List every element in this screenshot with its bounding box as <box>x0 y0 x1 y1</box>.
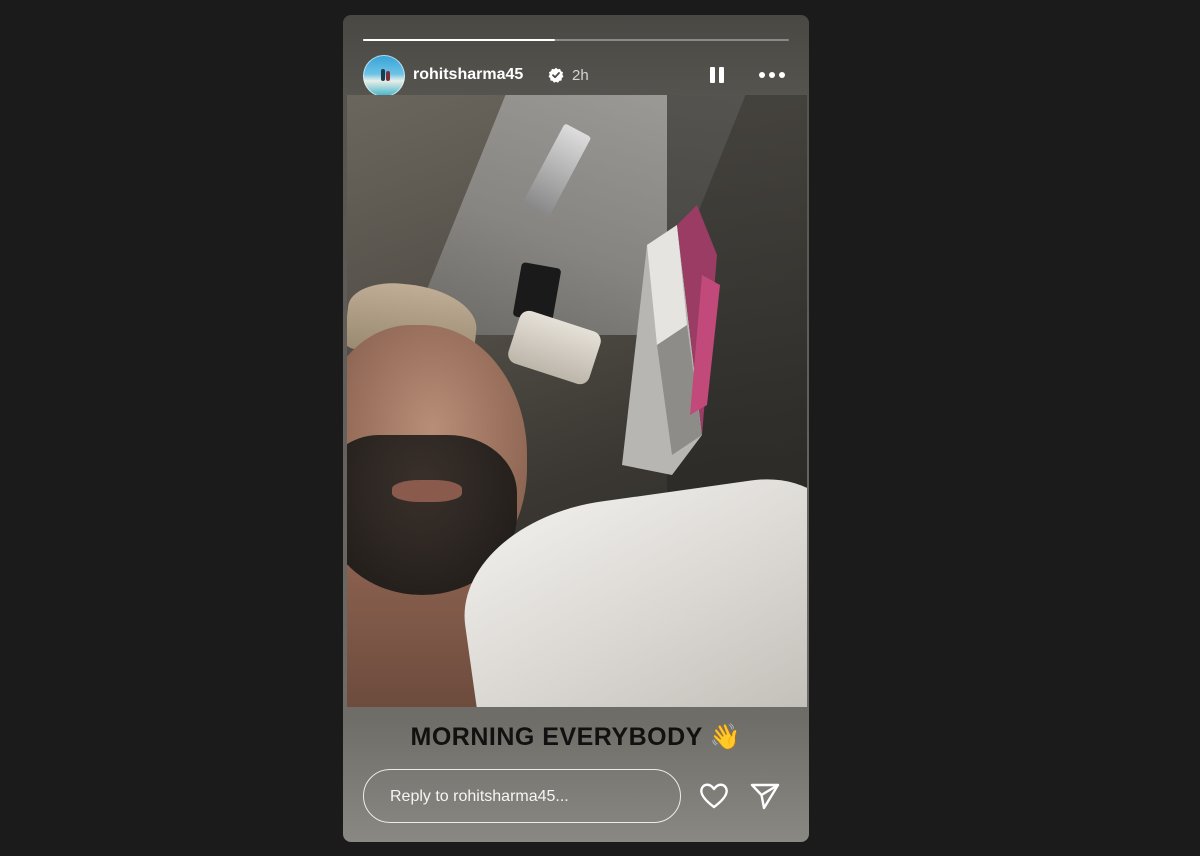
pause-icon <box>719 67 724 83</box>
story-photo <box>347 95 807 707</box>
reply-input[interactable] <box>388 770 664 824</box>
avatar-figure <box>381 69 385 81</box>
avatar[interactable] <box>363 55 405 97</box>
story-caption: MORNING EVERYBODY 👋 <box>410 723 742 751</box>
username[interactable]: rohitsharma45 <box>413 66 523 84</box>
more-icon <box>759 72 765 78</box>
story-progress-fill <box>363 39 555 41</box>
more-icon <box>779 72 785 78</box>
photo-mouth <box>392 480 462 502</box>
heart-icon[interactable] <box>698 781 730 811</box>
reply-field[interactable] <box>363 769 681 824</box>
story-timestamp: 2h <box>572 67 589 84</box>
send-icon[interactable] <box>749 781 781 811</box>
more-icon <box>769 72 775 78</box>
photo-trophy <box>622 205 720 475</box>
story-progress-bar <box>363 39 789 41</box>
story-header: rohitsharma45 2h <box>363 55 789 97</box>
story-viewer: rohitsharma45 2h MORNING EVERYBODY 👋 Rep… <box>343 15 809 842</box>
pause-button[interactable] <box>707 65 727 85</box>
avatar-figure <box>386 71 390 81</box>
more-options-button[interactable] <box>759 65 789 85</box>
pause-icon <box>710 67 715 83</box>
verified-badge-icon <box>548 67 564 83</box>
